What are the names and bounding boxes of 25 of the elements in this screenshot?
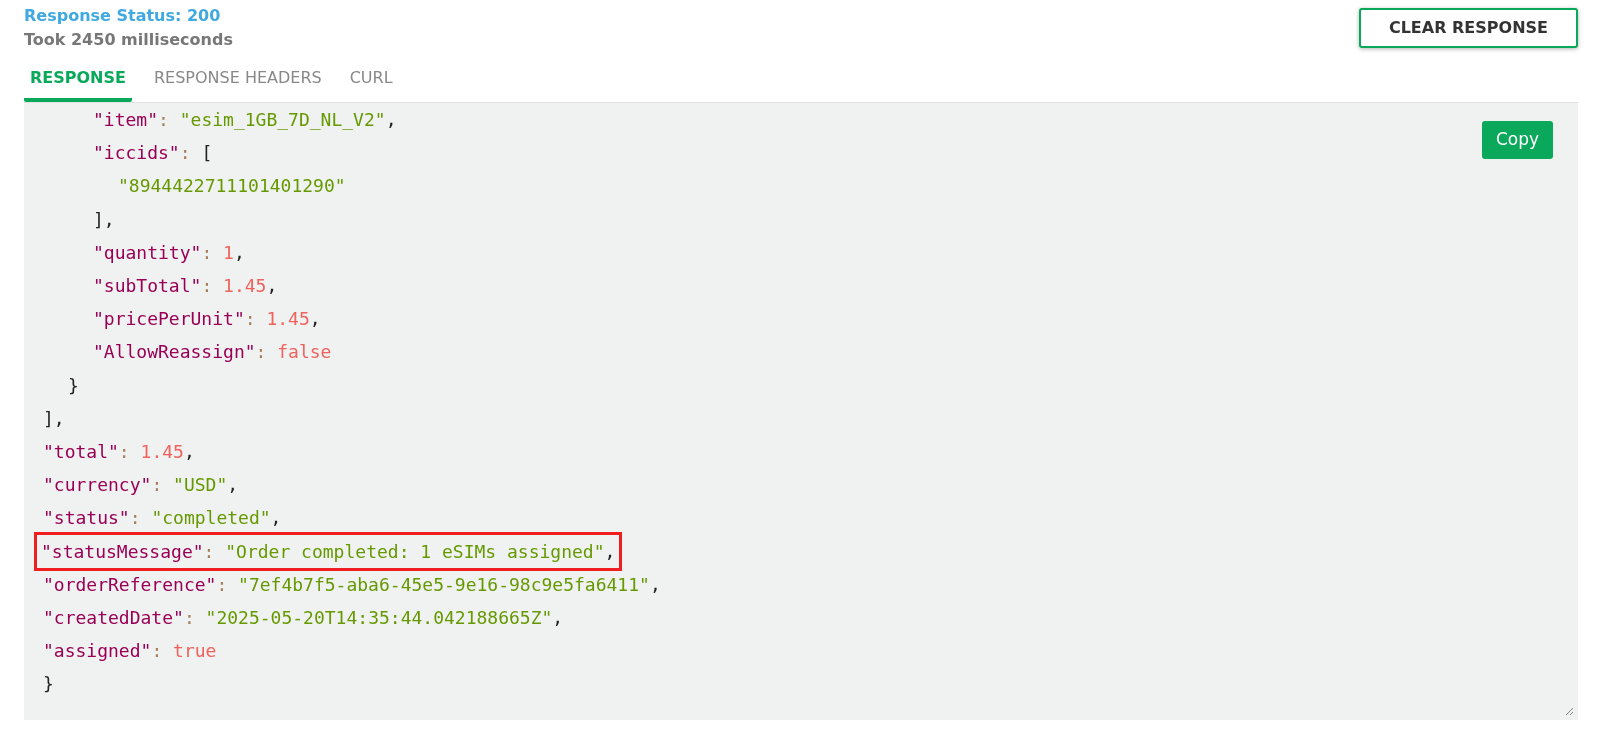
code-line: "subTotal": 1.45, — [93, 274, 278, 298]
response-status: Response Status: 200 — [24, 5, 222, 27]
code-line: ], — [43, 406, 65, 431]
resize-handle-icon[interactable] — [1564, 706, 1574, 716]
code-line: "AllowReassign": false — [93, 340, 332, 365]
code-line: "status": "completed", — [43, 506, 282, 531]
code-line: "createdDate": "2025-05-20T14:35:44.042188665Z", — [43, 606, 564, 631]
code-line: "quantity": 1, — [93, 240, 245, 265]
code-line: } — [43, 672, 54, 697]
code-line: "orderReference": "7ef4b7f5-aba6-45e5-9e16-98c9e5fa6411", — [43, 572, 661, 597]
code-line: "assigned": true — [43, 639, 217, 664]
code-line: "currency": "USD", — [43, 473, 239, 498]
code-line: "statusMessage": "Order completed: 1 eSIMs assigned", — [37, 534, 620, 568]
code-line: "total": 1.45, — [43, 440, 195, 465]
elapsed-time: Took 2450 milliseconds — [24, 29, 233, 51]
clear-response-button[interactable]: CLEAR RESPONSE — [1358, 8, 1578, 48]
code-line: "iccids": [ — [93, 141, 213, 166]
code-line: "8944422711101401290" — [118, 174, 346, 199]
code-line: "item": "esim_1GB_7D_NL_V2", — [93, 108, 397, 132]
code-line: ], — [93, 207, 115, 232]
code-line: "pricePerUnit": 1.45, — [93, 307, 321, 332]
tab[interactable]: RESPONSE HEADERS — [147, 60, 328, 102]
copy-button[interactable]: Copy — [1481, 121, 1553, 159]
code-line: } — [68, 373, 79, 398]
tab[interactable]: CURL — [343, 60, 399, 102]
